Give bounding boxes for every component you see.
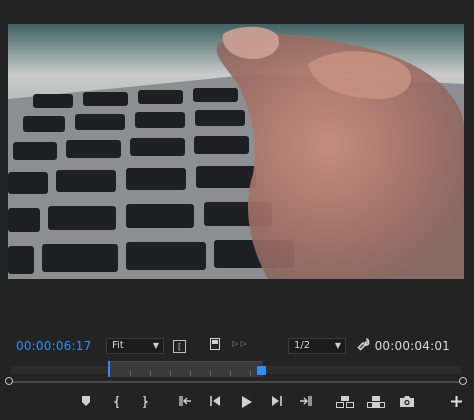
resolution-select[interactable]: 1/2 ▼ <box>288 338 346 354</box>
resolution-select-value: 1/2 <box>294 340 311 351</box>
ruler-tick <box>230 371 231 376</box>
chevron-down-icon: ▼ <box>334 341 341 350</box>
zoom-scrollbar[interactable] <box>5 377 467 385</box>
time-ruler[interactable] <box>10 361 462 377</box>
ruler-tick <box>210 371 211 376</box>
step-forward-button[interactable] <box>267 394 285 412</box>
insert-button[interactable] <box>336 394 354 412</box>
in-out-range[interactable] <box>109 361 263 377</box>
mark-out-button[interactable] <box>136 394 154 412</box>
fx-icon[interactable]: ⊳⊳ <box>231 338 248 352</box>
current-timecode[interactable]: 00:00:06:17 <box>16 339 91 353</box>
ruler-tick <box>150 371 151 376</box>
scrollbar-right-handle[interactable] <box>459 377 467 385</box>
overwrite-button[interactable] <box>367 394 385 412</box>
go-to-out-button[interactable] <box>297 394 315 412</box>
play-button[interactable] <box>237 394 255 412</box>
mark-in-button[interactable] <box>108 394 126 412</box>
add-button-icon[interactable] <box>447 394 465 412</box>
settings-marker-icon[interactable]: [ <box>173 340 186 353</box>
ruler-tick <box>130 371 131 376</box>
zoom-select[interactable]: Fit ▼ <box>106 338 164 354</box>
safe-margins-icon[interactable] <box>208 338 222 352</box>
ruler-tick <box>250 371 251 376</box>
monitor-info-bar: 00:00:06:17 Fit ▼ [ ⊳⊳ 1/2 ▼ 00:00:04:01 <box>0 332 474 358</box>
zoom-select-value: Fit <box>112 340 124 351</box>
transport-controls <box>0 394 474 414</box>
ruler-tick <box>170 371 171 376</box>
program-monitor-video <box>8 24 464 279</box>
go-to-in-button[interactable] <box>176 394 194 412</box>
step-back-button[interactable] <box>206 394 224 412</box>
camera-icon[interactable] <box>398 394 416 412</box>
add-marker-button[interactable] <box>77 394 95 412</box>
ruler-tick <box>190 371 191 376</box>
wrench-icon[interactable] <box>356 338 370 352</box>
playhead[interactable] <box>257 366 266 375</box>
scrollbar-left-handle[interactable] <box>5 377 13 385</box>
chevron-down-icon: ▼ <box>152 341 159 350</box>
in-point-marker[interactable] <box>108 361 110 377</box>
duration-timecode[interactable]: 00:00:04:01 <box>375 339 450 353</box>
